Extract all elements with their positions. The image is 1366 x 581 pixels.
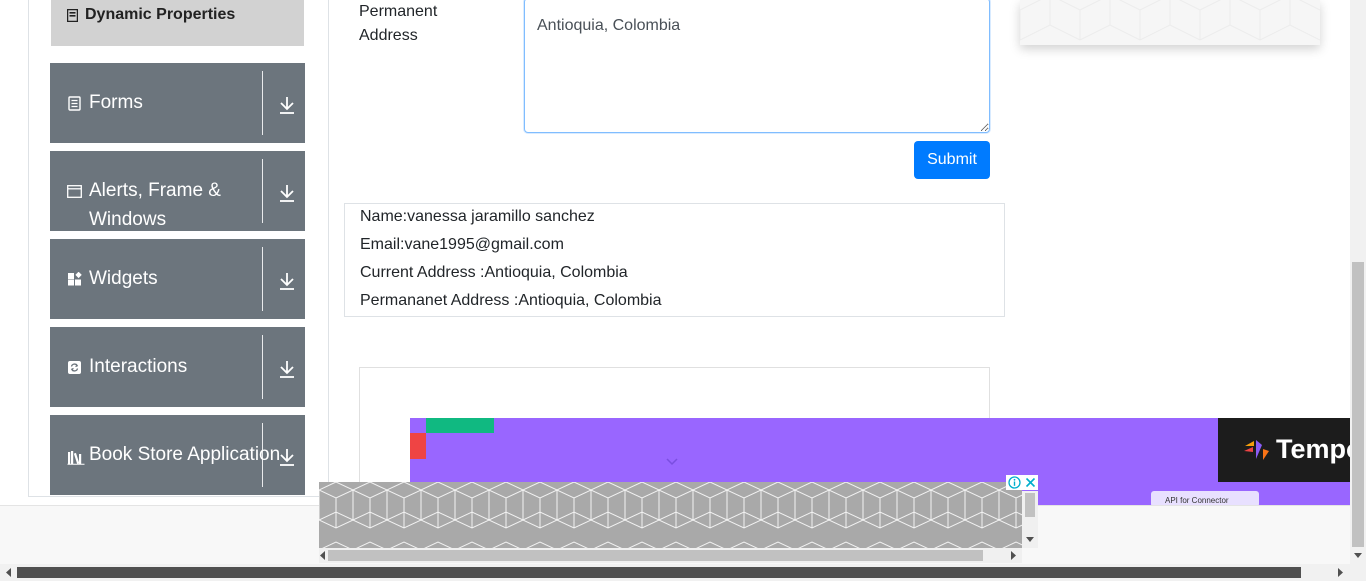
divider	[262, 247, 263, 311]
interactions-icon	[68, 361, 81, 374]
page-vertical-scrollbar[interactable]	[1350, 0, 1366, 564]
output-current-address: Current Address :Antioquia, Colombia	[360, 264, 628, 281]
tempo-brand-text: Tempo	[1276, 434, 1350, 464]
books-icon	[67, 451, 85, 465]
bottom-ad[interactable]	[319, 482, 1022, 548]
content-border	[328, 0, 329, 505]
permanent-address-textarea[interactable]: Antioquia, Colombia	[524, 0, 990, 133]
output-name: Name:vanessa jaramillo sanchez	[360, 208, 595, 225]
download-arrow-icon[interactable]	[278, 95, 296, 115]
sidebar-group-alerts[interactable]: Alerts, Frame & Windows	[50, 151, 305, 231]
sidebar-group-label: Book Store Application	[89, 444, 281, 465]
scroll-left-icon[interactable]	[5, 568, 13, 577]
right-ad-card	[1020, 0, 1320, 45]
scroll-thumb[interactable]	[1025, 493, 1035, 517]
scroll-right-icon[interactable]	[1009, 551, 1017, 560]
sidebar-group-label: Interactions	[89, 356, 188, 377]
output-permanent-address: Permananet Address :Antioquia, Colombia	[360, 292, 662, 309]
download-arrow-icon[interactable]	[278, 271, 296, 291]
output-email: Email:vane1995@gmail.com	[360, 236, 564, 253]
tempo-logo-block: Tempo	[1218, 418, 1350, 482]
sidebar-group-label: Alerts, Frame & Windows	[89, 180, 221, 230]
sidebar-group-label: Widgets	[89, 268, 158, 289]
list-icon	[67, 9, 78, 22]
sidebar-bottom-border	[28, 496, 328, 497]
form-icon	[68, 96, 81, 111]
ad-horizontal-scrollbar[interactable]	[319, 548, 1022, 563]
sidebar-item-dynamic-properties[interactable]: Dynamic Properties	[51, 0, 304, 46]
pattern-background	[1020, 0, 1320, 41]
permanent-address-label: Permanent Address	[359, 3, 438, 44]
download-arrow-icon[interactable]	[278, 183, 296, 203]
banner-accent-red	[410, 433, 426, 459]
sidebar-group-interactions[interactable]: Interactions	[50, 327, 305, 407]
cube-pattern	[319, 482, 1022, 548]
ad-choices[interactable]	[1006, 475, 1038, 490]
tempo-logo-icon	[1244, 440, 1269, 460]
scroll-right-icon[interactable]	[1336, 568, 1344, 577]
submit-button[interactable]: Submit	[914, 141, 990, 179]
scroll-left-icon[interactable]	[319, 551, 327, 560]
sidebar-border	[28, 0, 29, 497]
window-icon	[67, 185, 82, 198]
download-arrow-icon[interactable]	[278, 359, 296, 379]
download-arrow-icon[interactable]	[278, 447, 296, 467]
ad-vertical-scrollbar[interactable]	[1022, 491, 1038, 548]
widgets-icon	[68, 272, 82, 286]
sidebar-item-label: Dynamic Properties	[85, 6, 236, 23]
scroll-thumb[interactable]	[1352, 262, 1364, 547]
divider	[262, 335, 263, 399]
scroll-down-icon[interactable]	[1026, 535, 1034, 543]
divider	[262, 423, 263, 487]
output-box: Name:vanessa jaramillo sanchez Email:van…	[344, 203, 1005, 317]
chevron-down-icon	[666, 458, 678, 466]
scroll-thumb[interactable]	[328, 550, 983, 561]
page: Dynamic Properties Forms Alerts, Frame &…	[0, 0, 1366, 581]
scroll-thumb[interactable]	[17, 567, 1301, 578]
sidebar-group-forms[interactable]: Forms	[50, 63, 305, 143]
sidebar-group-book-store[interactable]: Book Store Application	[50, 415, 305, 495]
sidebar-group-label: Forms	[89, 92, 143, 113]
info-icon[interactable]	[1008, 476, 1021, 489]
banner-accent	[426, 418, 494, 433]
sidebar-group-widgets[interactable]: Widgets	[50, 239, 305, 319]
scroll-down-icon[interactable]	[1354, 551, 1362, 559]
close-icon[interactable]	[1024, 476, 1037, 489]
divider	[262, 71, 263, 135]
page-horizontal-scrollbar[interactable]	[0, 564, 1366, 581]
divider	[262, 159, 263, 223]
